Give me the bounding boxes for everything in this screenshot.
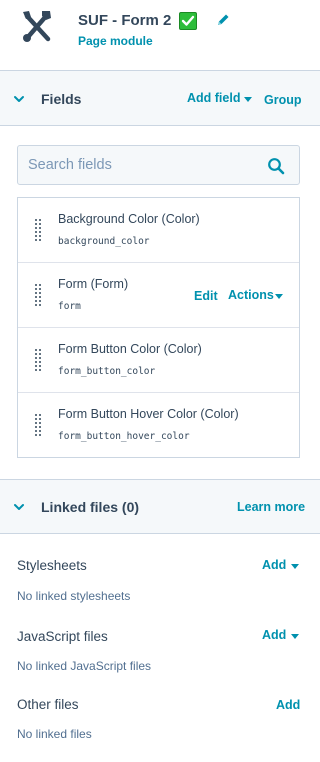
drag-handle-icon[interactable]	[35, 219, 41, 241]
field-list: Background Color (Color) background_colo…	[17, 197, 300, 458]
field-label: Form Button Hover Color (Color)	[58, 407, 239, 421]
group-button[interactable]: Group	[264, 93, 302, 107]
module-header: SUF - Form 2 Page module	[0, 0, 320, 70]
chevron-down-icon[interactable]	[12, 500, 26, 514]
field-name: form_button_hover_color	[58, 431, 190, 442]
field-name: form	[58, 301, 81, 312]
field-name: background_color	[58, 236, 150, 247]
fields-section-title: Fields	[41, 91, 82, 107]
add-javascript-button[interactable]: Add	[262, 628, 286, 642]
caret-down-icon[interactable]	[275, 294, 283, 299]
list-item[interactable]: Form Button Color (Color) form_button_co…	[18, 328, 299, 393]
field-name: form_button_color	[58, 366, 156, 377]
search-icon[interactable]	[267, 157, 285, 175]
field-label: Background Color (Color)	[58, 212, 200, 226]
linked-files-section-header[interactable]: Linked files (0) Learn more	[0, 479, 320, 534]
drag-handle-icon[interactable]	[35, 284, 41, 306]
linked-files-section-title: Linked files (0)	[41, 499, 140, 515]
module-type-link[interactable]: Page module	[78, 34, 153, 48]
add-stylesheet-button[interactable]: Add	[262, 558, 286, 572]
list-item[interactable]: Form (Form) form Edit Actions	[18, 263, 299, 328]
list-item[interactable]: Background Color (Color) background_colo…	[18, 198, 299, 263]
actions-dropdown[interactable]: Actions	[228, 288, 274, 302]
stylesheets-heading: Stylesheets	[17, 558, 87, 573]
check-mark-icon	[179, 12, 197, 30]
search-box[interactable]	[17, 145, 300, 185]
drag-handle-icon[interactable]	[35, 414, 41, 436]
learn-more-link[interactable]: Learn more	[237, 500, 305, 514]
caret-down-icon[interactable]	[244, 97, 252, 102]
drag-handle-icon[interactable]	[35, 349, 41, 371]
stylesheets-empty-text: No linked stylesheets	[17, 589, 131, 603]
javascript-files-heading: JavaScript files	[17, 629, 108, 644]
add-field-button[interactable]: Add field	[187, 91, 240, 105]
field-label: Form Button Color (Color)	[58, 342, 202, 356]
pencil-icon[interactable]	[215, 12, 231, 28]
edit-field-button[interactable]: Edit	[194, 289, 218, 303]
list-item[interactable]: Form Button Hover Color (Color) form_but…	[18, 393, 299, 457]
other-files-heading: Other files	[17, 697, 79, 712]
other-files-empty-text: No linked files	[17, 727, 92, 741]
chevron-down-icon[interactable]	[12, 92, 26, 106]
field-label: Form (Form)	[58, 277, 129, 291]
search-input[interactable]	[28, 155, 258, 175]
module-title: SUF - Form 2	[78, 12, 172, 29]
caret-down-icon[interactable]	[291, 564, 299, 569]
javascript-files-empty-text: No linked JavaScript files	[17, 659, 152, 673]
tools-icon	[23, 11, 51, 42]
add-other-file-button[interactable]: Add	[276, 698, 300, 712]
caret-down-icon[interactable]	[291, 634, 299, 639]
fields-section-header[interactable]: Fields Add field Group	[0, 70, 320, 126]
